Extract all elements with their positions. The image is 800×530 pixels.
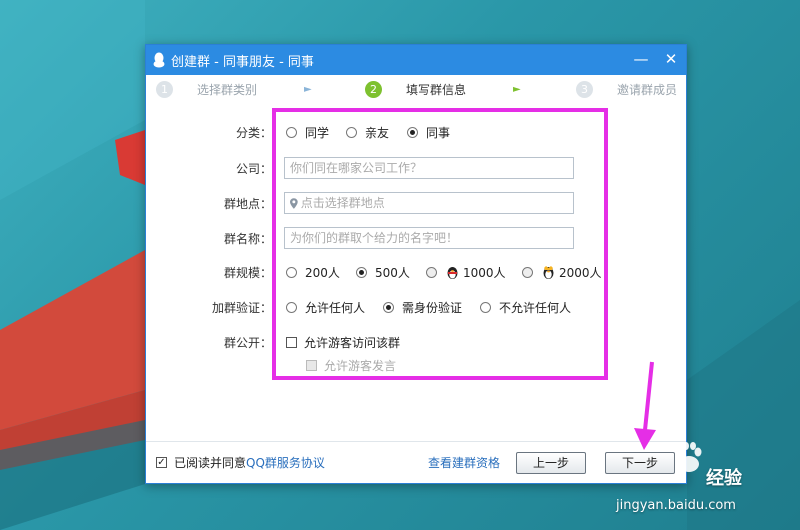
step-arrow-icon: ► <box>304 84 312 95</box>
agree-text: 已阅读并同意 <box>174 456 247 470</box>
company-label: 公司： <box>235 162 272 176</box>
watermark-brand: 经验 <box>706 468 742 489</box>
prev-button[interactable]: 上一步 <box>516 452 586 474</box>
group-name-label: 群名称： <box>223 232 272 246</box>
baidu-paw-icon <box>676 442 702 472</box>
qq-penguin-icon <box>153 52 165 68</box>
minimize-button[interactable]: — <box>632 51 650 67</box>
dialog-footer: ✓ 已阅读并同意 QQ群服务协议 查看建群资格 上一步 下一步 <box>146 441 686 477</box>
wizard-steps: 1 选择群类别 ► 2 填写群信息 ► 3 邀请群成员 <box>146 75 686 105</box>
step-arrow-icon: ► <box>513 84 521 95</box>
highlight-box <box>272 108 608 380</box>
agree-checkbox[interactable]: ✓ <box>156 457 167 468</box>
service-agreement-link[interactable]: QQ群服务协议 <box>246 454 325 471</box>
step-number: 3 <box>576 81 593 98</box>
title-bar[interactable]: 创建群 - 同事朋友 - 同事 — ✕ <box>146 45 686 75</box>
location-label: 群地点： <box>223 197 272 211</box>
close-button[interactable]: ✕ <box>662 51 680 67</box>
step-3: 3 邀请群成员 <box>576 81 677 98</box>
view-qualification-link[interactable]: 查看建群资格 <box>428 454 500 471</box>
next-button[interactable]: 下一步 <box>605 452 675 474</box>
step-1: 1 选择群类别 <box>156 81 257 98</box>
category-label: 分类： <box>235 126 272 140</box>
watermark-url: jingyan.baidu.com <box>616 498 736 513</box>
step-label: 选择群类别 <box>197 83 258 97</box>
window-title: 创建群 - 同事朋友 - 同事 <box>171 54 314 70</box>
step-label: 邀请群成员 <box>617 83 678 97</box>
step-number: 1 <box>156 81 173 98</box>
agree-terms[interactable]: ✓ 已阅读并同意 QQ群服务协议 <box>156 454 325 471</box>
step-number: 2 <box>365 81 382 98</box>
step-label: 填写群信息 <box>406 83 467 97</box>
group-size-label: 群规模： <box>223 266 272 280</box>
verification-label: 加群验证： <box>211 301 272 315</box>
public-label: 群公开： <box>223 336 272 350</box>
step-2: 2 填写群信息 <box>365 81 466 98</box>
